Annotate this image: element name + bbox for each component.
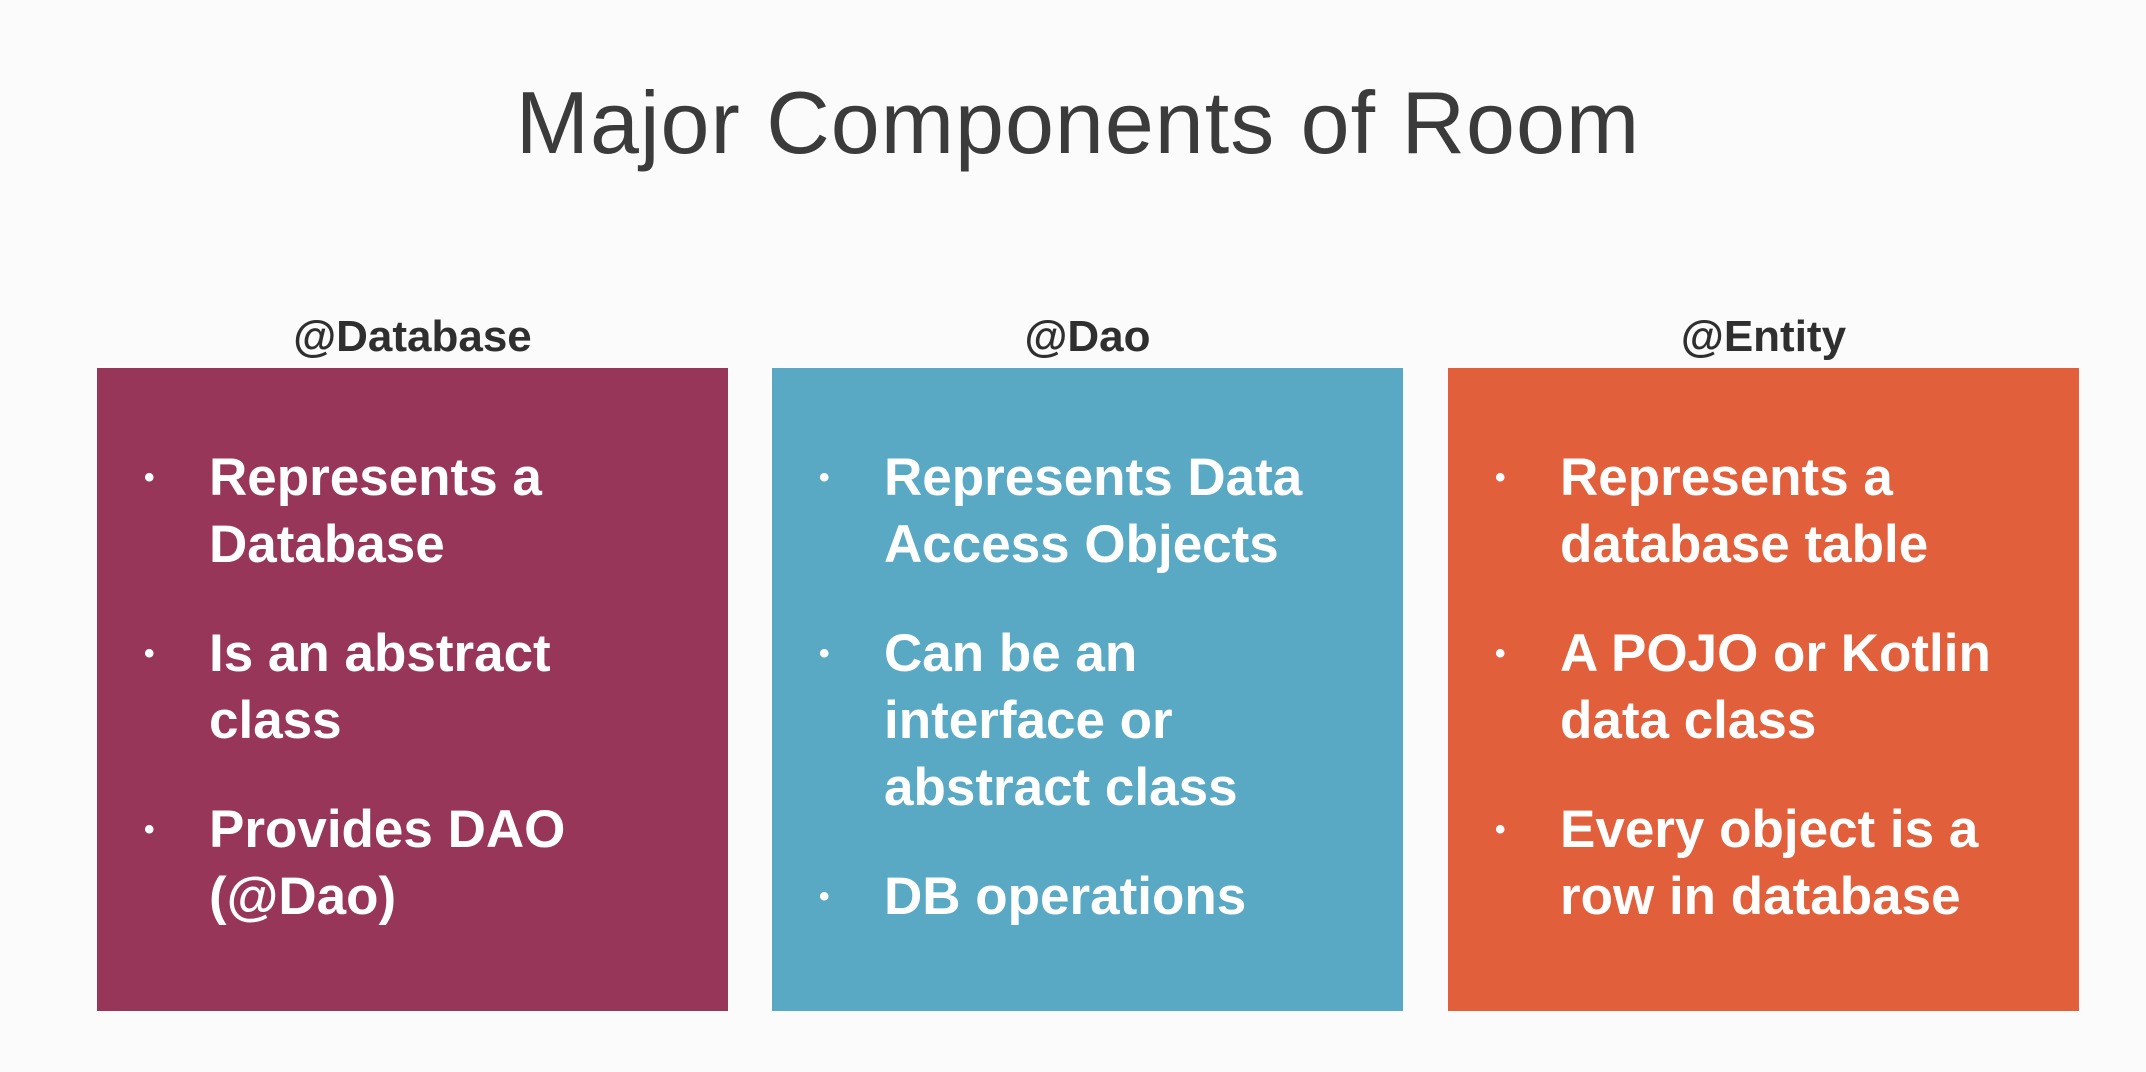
database-bullet-list: • Represents a Database • Is an abstract c…: [137, 444, 688, 930]
database-heading: @Database: [293, 312, 532, 361]
bullet-item: • Can be an interface or abstract class: [812, 620, 1284, 821]
bullet-icon: •: [144, 637, 155, 670]
slide-title: Major Components of Room: [515, 73, 1641, 172]
dao-bullet-list: • Represents Data Access Objects • Can be …: [812, 444, 1363, 930]
bullet-icon: •: [144, 813, 155, 846]
bullet-item: • Represents a Database: [137, 444, 609, 578]
bullet-item: • Represents Data Access Objects: [812, 444, 1354, 578]
database-column: @Database • Represents a Database • Is an …: [97, 306, 728, 1011]
database-card: • Represents a Database • Is an abstract c…: [97, 368, 728, 1011]
bullet-icon: •: [1495, 461, 1506, 494]
bullet-item: • Is an abstract class: [137, 620, 609, 754]
entity-card: • Represents a database table • A POJO or …: [1448, 368, 2079, 1011]
dao-column: @Dao • Represents Data Access Objects • Ca…: [772, 306, 1403, 1011]
bullet-item: • Provides DAO (@Dao): [137, 796, 609, 930]
bullet-icon: •: [1495, 813, 1506, 846]
bullet-icon: •: [1495, 637, 1506, 670]
dao-heading: @Dao: [1024, 312, 1151, 361]
bullet-icon: •: [819, 461, 830, 494]
bullet-item: • Every object is a row in database: [1488, 796, 2040, 930]
entity-bullet-list: • Represents a database table • A POJO or …: [1488, 444, 2039, 930]
dao-card: • Represents Data Access Objects • Can be …: [772, 368, 1403, 1011]
entity-heading: @Entity: [1680, 312, 1847, 361]
entity-column: @Entity • Represents a database table • A …: [1448, 306, 2079, 1011]
bullet-item: • A POJO or Kotlin data class: [1488, 620, 2040, 754]
bullet-icon: •: [819, 637, 830, 670]
bullet-item: • Represents a database table: [1488, 444, 2030, 578]
bullet-item: • DB operations: [812, 863, 1354, 930]
bullet-icon: •: [144, 461, 155, 494]
bullet-icon: •: [819, 880, 830, 913]
